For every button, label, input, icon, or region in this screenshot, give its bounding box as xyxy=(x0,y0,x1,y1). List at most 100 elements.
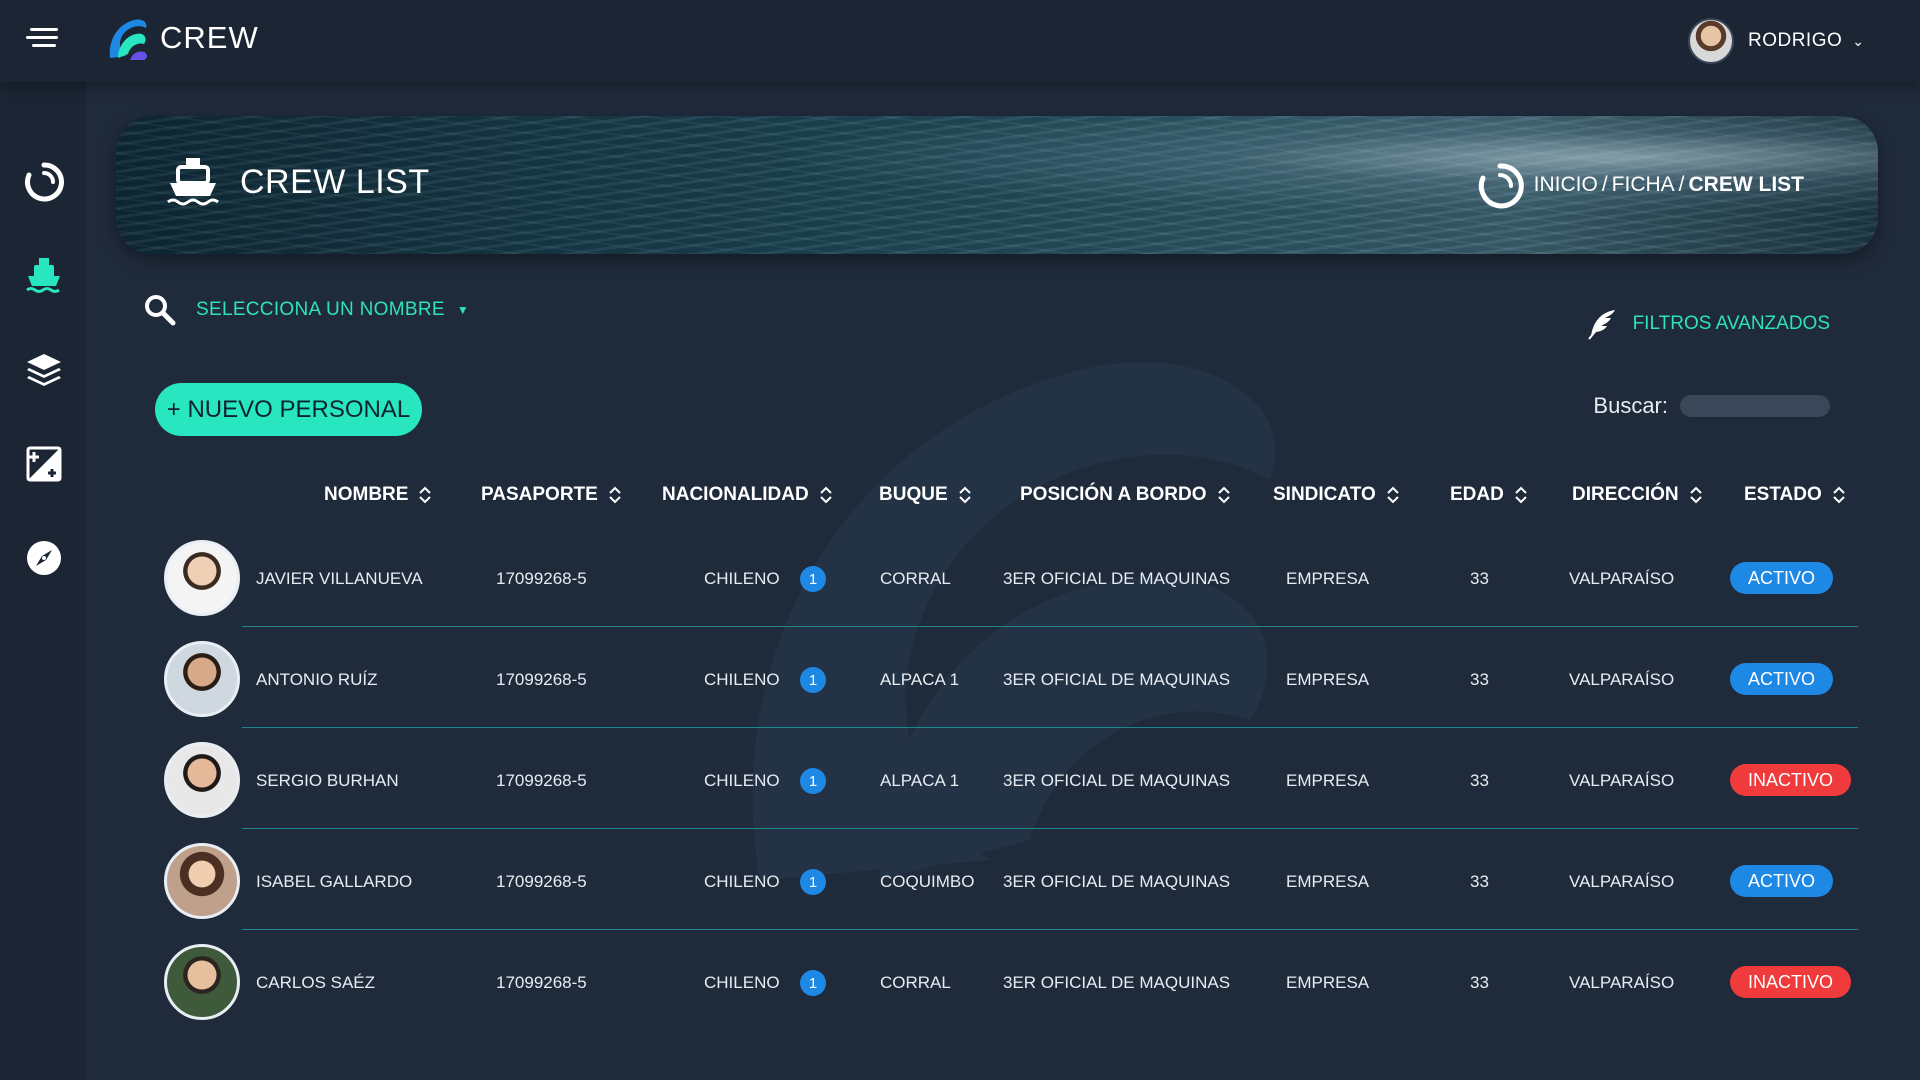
sort-icon xyxy=(609,486,621,504)
layers-icon xyxy=(27,354,61,386)
app-logo[interactable]: CREW xyxy=(104,14,259,62)
cell-edad: 33 xyxy=(1470,973,1489,992)
status-badge[interactable]: ACTIVO xyxy=(1730,865,1834,897)
cell-direccion: VALPARAÍSO xyxy=(1569,872,1675,891)
avatar[interactable] xyxy=(164,742,240,818)
breadcrumb-current: CREW LIST xyxy=(1688,173,1805,196)
crew-table: NOMBRE PASAPORTE NACIONALIDAD BUQUE POSICIÓN… xyxy=(160,470,1858,1020)
breadcrumb-inicio[interactable]: INICIO xyxy=(1534,173,1598,197)
hamburger-menu-icon[interactable] xyxy=(26,28,58,52)
search-label: Buscar: xyxy=(1593,393,1668,418)
column-header-label: SINDICATO xyxy=(1273,484,1376,505)
table-row[interactable]: SERGIO BURHAN 17099268-5 CHILENO ALPACA 1 3E… xyxy=(160,728,1858,829)
column-header-nombre[interactable]: NOMBRE xyxy=(324,484,432,506)
cell-edad: 33 xyxy=(1470,569,1489,588)
cell-pasaporte: 17099268-5 xyxy=(496,569,587,588)
status-badge[interactable]: ACTIVO xyxy=(1730,663,1834,695)
cell-posicion: 3ER OFICIAL DE MAQUINAS xyxy=(1003,569,1231,588)
sidebar-item-sync[interactable] xyxy=(22,160,66,204)
column-header-buque[interactable]: BUQUE xyxy=(879,484,972,506)
sort-icon xyxy=(1387,486,1399,504)
sidebar-item-compass[interactable] xyxy=(22,536,66,580)
cell-sindicato: EMPRESA xyxy=(1286,973,1370,992)
cell-direccion: VALPARAÍSO xyxy=(1569,569,1675,588)
count-badge[interactable]: 1 xyxy=(800,869,826,895)
cell-edad: 33 xyxy=(1470,670,1489,689)
app-name: CREW xyxy=(160,20,259,55)
column-header-label: NOMBRE xyxy=(324,484,409,505)
avatar[interactable] xyxy=(164,944,240,1020)
cell-edad: 33 xyxy=(1470,771,1489,790)
search-input[interactable] xyxy=(1680,395,1830,417)
column-header-estado[interactable]: ESTADO xyxy=(1744,484,1846,506)
breadcrumb-separator: / xyxy=(1678,173,1685,196)
status-badge[interactable]: ACTIVO xyxy=(1730,562,1834,594)
status-badge[interactable]: INACTIVO xyxy=(1730,966,1852,998)
advanced-filters-link[interactable]: FILTROS AVANZADOS xyxy=(1587,308,1830,340)
status-badge[interactable]: INACTIVO xyxy=(1730,764,1852,796)
cell-posicion: 3ER OFICIAL DE MAQUINAS xyxy=(1003,670,1231,689)
cell-edad: 33 xyxy=(1470,872,1489,891)
breadcrumb: INICIO / FICHA / CREW LIST xyxy=(1534,173,1804,197)
cell-nacionalidad: CHILENO xyxy=(704,872,780,891)
cell-nacionalidad: CHILENO xyxy=(704,569,780,588)
table-search: Buscar: xyxy=(1593,393,1830,419)
breadcrumb-ficha[interactable]: FICHA xyxy=(1612,173,1675,197)
sort-icon xyxy=(958,486,971,504)
avatar[interactable] xyxy=(164,540,240,616)
top-bar: CREW RODRIGO ⌄ xyxy=(0,0,1920,82)
cell-nombre: SERGIO BURHAN xyxy=(256,771,399,790)
cell-pasaporte: 17099268-5 xyxy=(496,973,587,992)
table-row[interactable]: ISABEL GALLARDO 17099268-5 CHILENO COQUIMBO… xyxy=(160,829,1858,930)
sort-icon xyxy=(1217,486,1230,504)
sort-icon xyxy=(1689,486,1702,504)
chevron-down-icon: ▼ xyxy=(456,303,469,317)
cell-buque: ALPACA 1 xyxy=(880,771,960,790)
table-row[interactable]: ANTONIO RUÍZ 17099268-5 CHILENO ALPACA 1 3ER… xyxy=(160,627,1858,728)
count-badge[interactable]: 1 xyxy=(800,768,826,794)
sort-icon xyxy=(419,486,432,504)
cell-buque: CORRAL xyxy=(880,569,951,588)
search-icon xyxy=(145,295,176,326)
table-row[interactable]: JAVIER VILLANUEVA 17099268-5 CHILENO CORRAL… xyxy=(160,526,1858,627)
sync-icon xyxy=(1478,163,1524,209)
sidebar-item-layers[interactable] xyxy=(22,348,66,392)
sidebar-item-ship[interactable] xyxy=(22,254,66,298)
column-header-sindicato[interactable]: SINDICATO xyxy=(1273,484,1400,506)
cell-sindicato: EMPRESA xyxy=(1286,872,1370,891)
cell-pasaporte: 17099268-5 xyxy=(496,670,587,689)
cell-nacionalidad: CHILENO xyxy=(704,670,780,689)
cell-pasaporte: 17099268-5 xyxy=(496,771,587,790)
page-title: CREW LIST xyxy=(240,163,430,201)
table-row[interactable]: CARLOS SAÉZ 17099268-5 CHILENO CORRAL 3ER OF… xyxy=(160,930,1858,1031)
column-header-label: DIRECCIÓN xyxy=(1572,484,1679,505)
sort-icon xyxy=(1515,486,1527,504)
column-header-posicion[interactable]: POSICIÓN A BORDO xyxy=(1020,484,1231,506)
crew-logo-icon xyxy=(109,19,147,60)
header-banner: CREW LIST INICIO / FICHA / CREW LIST xyxy=(116,116,1878,254)
name-select-dropdown[interactable]: SELECCIONA UN NOMBRE ▼ xyxy=(144,294,469,326)
column-header-label: BUQUE xyxy=(879,484,948,505)
avatar[interactable] xyxy=(164,843,240,919)
sort-icon xyxy=(1833,486,1845,504)
count-badge[interactable]: 1 xyxy=(800,566,826,592)
cell-buque: CORRAL xyxy=(880,973,951,992)
sidebar-item-image-add[interactable] xyxy=(22,442,66,486)
column-header-direccion[interactable]: DIRECCIÓN xyxy=(1572,484,1703,506)
user-menu[interactable]: RODRIGO ⌄ xyxy=(1687,18,1864,64)
chevron-down-icon: ⌄ xyxy=(1852,32,1864,49)
column-header-pasaporte[interactable]: PASAPORTE xyxy=(481,484,622,506)
sync-icon xyxy=(25,162,64,202)
user-avatar xyxy=(1687,18,1734,64)
avatar[interactable] xyxy=(164,641,240,717)
cell-nombre: CARLOS SAÉZ xyxy=(256,973,376,992)
column-header-edad[interactable]: EDAD xyxy=(1450,484,1528,506)
count-badge[interactable]: 1 xyxy=(800,970,826,996)
cell-direccion: VALPARAÍSO xyxy=(1569,670,1675,689)
cell-direccion: VALPARAÍSO xyxy=(1569,973,1675,992)
new-personnel-button[interactable]: + NUEVO PERSONAL xyxy=(155,383,422,436)
compass-icon xyxy=(27,541,61,575)
count-badge[interactable]: 1 xyxy=(800,667,826,693)
column-header-nacionalidad[interactable]: NACIONALIDAD xyxy=(662,484,833,506)
column-header-label: PASAPORTE xyxy=(481,484,598,505)
